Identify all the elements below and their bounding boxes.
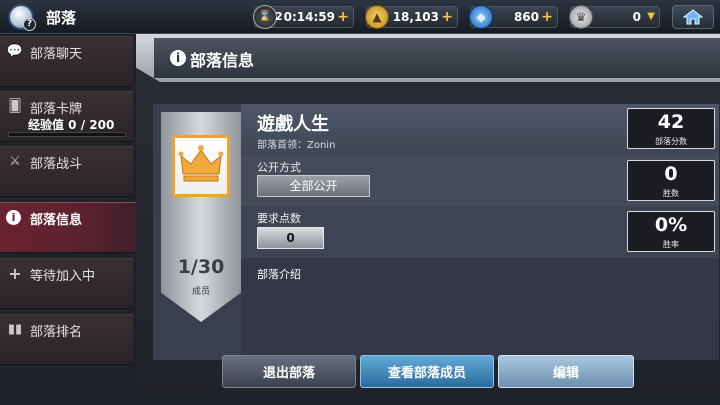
timer-resource[interactable]: ⌛ 2 0:14:59 +	[253, 5, 354, 29]
members-count: 1/30	[177, 256, 225, 278]
members-label: 成员	[191, 287, 210, 297]
add-gold-icon[interactable]: +	[441, 7, 453, 27]
gem-value: 860	[513, 10, 539, 24]
help-icon[interactable]: ?	[23, 18, 36, 31]
win-rate-value: 0%	[654, 214, 688, 236]
gold-value: 18,103	[392, 10, 439, 24]
gold-resource[interactable]: ▲ 18,103 +	[365, 5, 458, 29]
clan-score-label: 部落分数	[655, 137, 687, 146]
add-time-icon[interactable]: +	[337, 7, 349, 27]
trophy-icon: ♛	[569, 5, 593, 29]
sidebar-item-label: 部落聊天	[30, 47, 83, 62]
wins-stat: 0 胜数	[627, 160, 715, 201]
public-mode-value: 全部公开	[257, 175, 370, 197]
top-bar: ? 部落 ⌛ 2 0:14:59 + ▲ 18,103 + ◆ 860 + ♛ …	[0, 0, 720, 34]
page-title: 部落信息	[190, 51, 255, 70]
wins-label: 胜数	[663, 189, 679, 198]
avatar[interactable]: ?	[8, 4, 36, 31]
blue-gem-icon: ◆	[469, 5, 493, 29]
app-title: 部落	[46, 9, 77, 27]
sidebar-item-label: 等待加入中	[30, 269, 96, 284]
info-icon: i	[6, 210, 21, 225]
sidebar-item-label: 部落战斗	[30, 157, 83, 172]
experience-text: 经验值 0 / 200	[28, 118, 115, 132]
timer-count: 2	[275, 10, 283, 23]
clan-score-stat: 42 部落分数	[627, 108, 715, 149]
sidebar-item-label: 部落信息	[30, 213, 83, 228]
requirement-value: 0	[257, 227, 324, 249]
crossed-swords-icon: ⚔	[9, 154, 21, 169]
trophy-resource[interactable]: ♛ 0 ▼	[569, 5, 660, 29]
view-members-button[interactable]: 查看部落成员	[360, 355, 494, 388]
gold-coin-icon: ▲	[365, 5, 389, 29]
plus-icon: +	[8, 264, 22, 283]
cards-icon: 🂠	[8, 99, 22, 114]
home-button[interactable]	[672, 5, 714, 29]
chat-bubbles-icon: 💬	[6, 44, 24, 59]
win-rate-stat: 0% 胜率	[627, 211, 715, 252]
home-icon	[683, 9, 703, 25]
clan-banner: 1/30 成员	[161, 112, 241, 322]
sidebar-item-clan-ranking[interactable]: ▮▮ 部落排名	[0, 314, 133, 365]
sidebar-item-clan-chat[interactable]: 💬 部落聊天	[0, 36, 133, 87]
gem-resource[interactable]: ◆ 860 +	[469, 5, 558, 29]
sidebar-item-clan-info[interactable]: i 部落信息	[0, 202, 157, 253]
experience-bar	[8, 132, 126, 137]
clan-intro-label: 部落介绍	[257, 268, 301, 281]
info-icon: i	[170, 50, 186, 66]
public-mode-label: 公开方式	[257, 161, 301, 174]
sidebar-item-pending-join[interactable]: + 等待加入中	[0, 258, 133, 309]
requirement-label: 要求点数	[257, 212, 301, 225]
crown-icon	[172, 135, 230, 197]
wins-value: 0	[664, 163, 678, 185]
clan-info-panel: 1/30 成员 遊戲人生 部落首领：Zonin 公开方式 全部公开 要求点数 0…	[153, 104, 719, 360]
edit-button[interactable]: 编辑	[498, 355, 634, 388]
hourglass-icon: ⌛	[253, 5, 277, 29]
win-rate-label: 胜率	[663, 240, 679, 249]
timer-value: 0:14:59	[283, 10, 335, 24]
chevron-down-icon[interactable]: ▼	[647, 7, 655, 27]
sidebar-item-clan-cards[interactable]: 🂠 部落卡牌 经验值 0 / 200	[0, 91, 133, 142]
clan-name: 遊戲人生	[257, 114, 329, 135]
sidebar-item-clan-battle[interactable]: ⚔ 部落战斗	[0, 146, 133, 197]
ranking-icon: ▮▮	[7, 322, 23, 337]
sidebar-item-label: 部落卡牌	[30, 102, 83, 117]
sidebar: 💬 部落聊天 🂠 部落卡牌 经验值 0 / 200 ⚔ 部落战斗 i 部落信息 …	[0, 34, 157, 405]
sidebar-item-label: 部落排名	[30, 325, 83, 340]
trophy-value: 0	[632, 10, 641, 24]
add-gem-icon[interactable]: +	[541, 7, 553, 27]
leave-clan-button[interactable]: 退出部落	[222, 355, 356, 388]
main-content: i 部落信息 1/30 成员 遊戲人生 部落首领：Zonin 公开方式 全部公开	[136, 34, 720, 405]
clan-leader: 部落首领：Zonin	[257, 140, 336, 151]
clan-score-value: 42	[657, 111, 685, 133]
